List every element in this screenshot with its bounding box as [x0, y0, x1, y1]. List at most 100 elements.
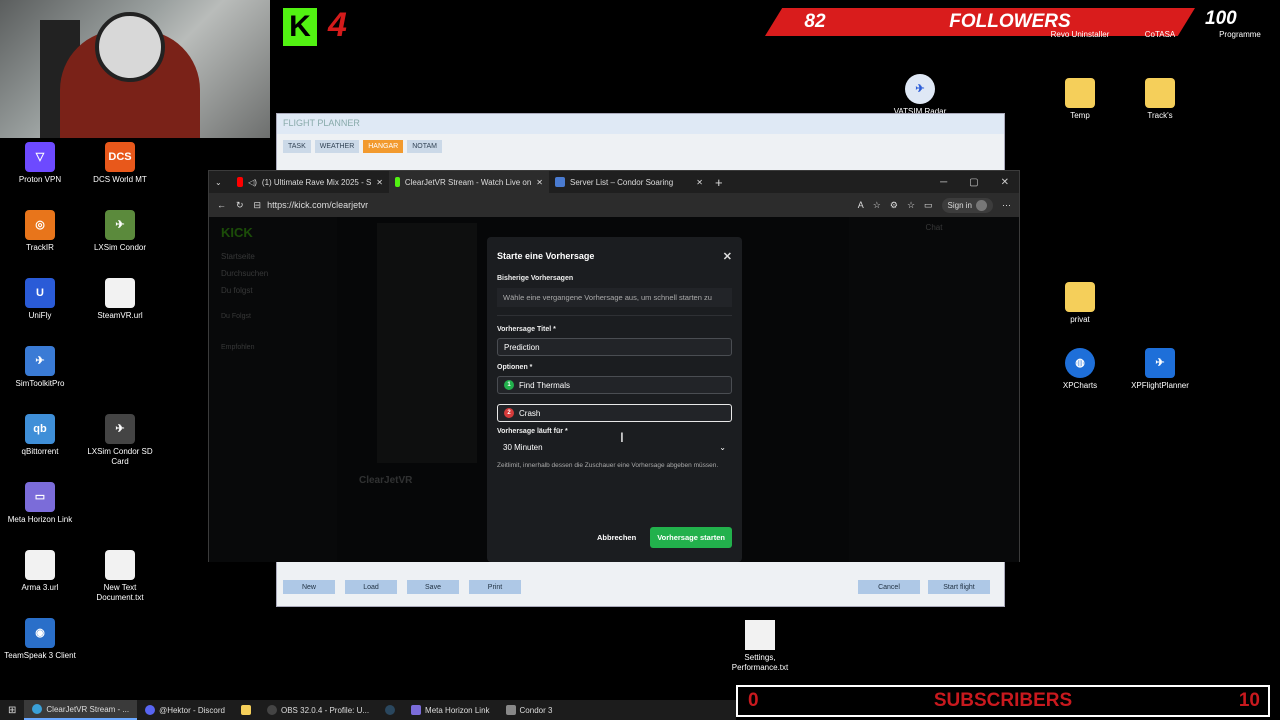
desktop-icon-lxsim-condor[interactable]: ✈ LXSim Condor	[80, 210, 160, 253]
globe-icon: ◍	[1065, 348, 1095, 378]
start-icon[interactable]: ⊞	[0, 700, 24, 720]
flight-planner-title: FLIGHT PLANNER	[277, 114, 1004, 134]
reload-icon[interactable]: ↻	[236, 200, 244, 211]
desktop-icon-revo[interactable]: Revo Uninstaller	[1040, 30, 1120, 40]
desktop-icon-unifly[interactable]: U UniFly	[0, 278, 80, 321]
prediction-title-input[interactable]: Prediction	[497, 338, 732, 356]
chevron-down-icon: ⌄	[719, 442, 726, 452]
desktop-icon-qbittorrent[interactable]: qb qBittorrent	[0, 414, 80, 457]
new-tab-icon[interactable]: +	[709, 171, 739, 193]
desktop-icon-settings-txt[interactable]: Settings, Performance.txt	[720, 620, 800, 673]
desktop-icon-temp[interactable]: Temp	[1040, 78, 1120, 121]
read-aloud-icon[interactable]: A	[858, 200, 864, 210]
taskbar-item-discord[interactable]: @Hektor - Discord	[137, 700, 233, 720]
taskbar-item-obs[interactable]: OBS 32.0.4 - Profile: U...	[259, 700, 377, 720]
subscribers-bar: 0 SUBSCRIBERS 10	[736, 685, 1270, 717]
edge-icon	[32, 704, 43, 714]
app-icon: DCS	[105, 142, 135, 172]
site-info-icon[interactable]: ⊟	[254, 200, 262, 211]
desktop-icon-vatsim[interactable]: ✈ VATSIM Radar	[880, 74, 960, 117]
tab-notam[interactable]: NOTAM	[407, 140, 442, 153]
desktop-icon-xpflightplanner[interactable]: ✈ XPFlightPlanner	[1120, 348, 1200, 391]
new-button[interactable]: New	[283, 580, 335, 594]
prediction-title-label: Vorhersage Titel *	[497, 326, 556, 333]
desktop-icon-programme[interactable]: Programme	[1200, 30, 1280, 40]
back-icon[interactable]: ←	[217, 200, 226, 210]
start-prediction-button[interactable]: Vorhersage starten	[650, 527, 732, 548]
collections-icon[interactable]: ☆	[907, 200, 915, 211]
cancel-flight-button[interactable]: Cancel	[858, 580, 920, 594]
cancel-button[interactable]: Abbrechen	[591, 529, 642, 546]
address-bar: ← ↻ ⊟ https://kick.com/clearjetvr A ☆ ⚙ …	[209, 193, 1019, 217]
desktop-icon-lxsim-condor-sd-card[interactable]: ✈ LXSim Condor SD Card	[80, 414, 160, 467]
followers-goal: 100	[1205, 8, 1237, 29]
desktop-icon-teamspeak-3-client[interactable]: ◉ TeamSpeak 3 Client	[0, 618, 80, 661]
folder-icon	[1065, 78, 1095, 108]
app-icon: qb	[25, 414, 55, 444]
url-field[interactable]: https://kick.com/clearjetvr	[267, 200, 368, 210]
flight-planner-tabs: TASK WEATHER HANGAR NOTAM	[277, 134, 1004, 159]
close-icon[interactable]: ✕	[536, 178, 543, 187]
desktop-icon-tracks[interactable]: Track's	[1120, 78, 1200, 121]
desktop-icon-privat[interactable]: privat	[1040, 282, 1120, 325]
close-window-icon[interactable]: ✕	[1001, 177, 1009, 188]
desktop-icon-dcs-world-mt[interactable]: DCS DCS World MT	[80, 142, 160, 185]
taskbar-item-meta[interactable]: Meta Horizon Link	[403, 700, 497, 720]
print-button[interactable]: Print	[469, 580, 521, 594]
browser-tab-youtube[interactable]: ◁) (1) Ultimate Rave Mix 2025 - S ✕	[231, 171, 389, 193]
save-button[interactable]: Save	[407, 580, 459, 594]
extension-icon[interactable]: ⚙	[890, 200, 898, 211]
tab-hangar[interactable]: HANGAR	[363, 140, 404, 153]
youtube-icon	[237, 177, 244, 187]
close-icon[interactable]: ✕	[696, 178, 703, 187]
desktop-icon-proton-vpn[interactable]: ▽ Proton VPN	[0, 142, 80, 185]
taskbar-item-condor[interactable]: Condor 3	[498, 700, 561, 720]
load-button[interactable]: Load	[345, 580, 397, 594]
desktop-icon-simtoolkitpro[interactable]: ✈ SimToolkitPro	[0, 346, 80, 389]
maximize-icon[interactable]: ▢	[969, 177, 978, 188]
app-icon: ✈	[105, 414, 135, 444]
start-flight-button[interactable]: Start flight	[928, 580, 990, 594]
option-1-input[interactable]: 1 Find Thermals	[497, 376, 732, 394]
taskbar-item-steam[interactable]	[377, 700, 403, 720]
plane-icon: ✈	[1145, 348, 1175, 378]
browser-tab-kick[interactable]: ClearJetVR Stream - Watch Live on ✕	[389, 171, 549, 193]
subscribers-goal: 10	[1238, 690, 1260, 711]
vatsim-icon: ✈	[905, 74, 935, 104]
previous-predictions-select[interactable]: Wähle eine vergangene Vorhersage aus, um…	[497, 288, 732, 307]
desktop-icon-meta-horizon-link[interactable]: ▭ Meta Horizon Link	[0, 482, 80, 525]
more-icon[interactable]: ⋯	[1002, 200, 1011, 211]
condor-icon	[505, 705, 516, 715]
folder-icon	[241, 705, 251, 715]
close-icon[interactable]: ✕	[376, 178, 383, 187]
subscribers-label: SUBSCRIBERS	[933, 690, 1073, 711]
desktop-icon-cotasa[interactable]: CoTASA	[1120, 30, 1200, 40]
taskbar-item-explorer[interactable]	[233, 700, 259, 720]
followers-count: 82	[804, 11, 826, 32]
app-icon: ✈	[25, 346, 55, 376]
desktop-icon-steamvr-url[interactable]: SteamVR.url	[80, 278, 160, 321]
browser-window: ⌄ ◁) (1) Ultimate Rave Mix 2025 - S ✕ Cl…	[208, 170, 1020, 562]
browser-tab-condor[interactable]: Server List – Condor Soaring ✕	[549, 171, 709, 193]
split-screen-icon[interactable]: ▭	[924, 200, 933, 211]
minimize-icon[interactable]: ─	[940, 177, 947, 188]
taskbar: ⊞ ClearJetVR Stream - ... @Hektor - Disc…	[0, 700, 736, 720]
option-2-input[interactable]: 2 Crash	[497, 404, 732, 422]
desktop-icon-arma-3-url[interactable]: Arma 3.url	[0, 550, 80, 593]
text-file-icon	[745, 620, 775, 650]
taskbar-item-browser[interactable]: ClearJetVR Stream - ...	[24, 700, 138, 720]
desktop-icon-trackir[interactable]: ◎ TrackIR	[0, 210, 80, 253]
duration-select[interactable]: 30 Minuten ⌄	[497, 439, 732, 455]
desktop-icon-new-text-document-txt[interactable]: New Text Document.txt	[80, 550, 160, 603]
sign-in-button[interactable]: Sign in	[941, 197, 993, 213]
favorite-icon[interactable]: ☆	[873, 200, 881, 211]
desktop-icon-xpcharts[interactable]: ◍ XPCharts	[1040, 348, 1120, 391]
tab-task[interactable]: TASK	[283, 140, 311, 153]
previous-predictions-label: Bisherige Vorhersagen	[497, 275, 574, 282]
app-icon: U	[25, 278, 55, 308]
close-icon[interactable]: ✕	[723, 250, 732, 263]
folder-icon	[1065, 282, 1095, 312]
tab-list-icon[interactable]: ⌄	[209, 171, 231, 193]
kick-icon	[395, 177, 400, 187]
tab-weather[interactable]: WEATHER	[314, 140, 360, 153]
